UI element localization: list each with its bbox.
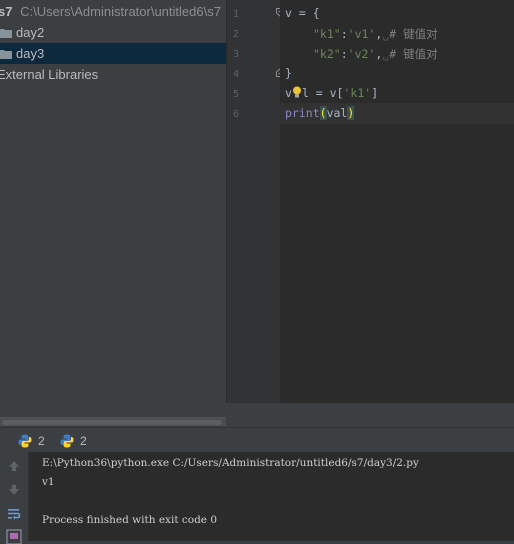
code-editor[interactable]: v = { "k1":'v1',␣# 键值对 "k2":'v2',␣# 键值对 … bbox=[280, 0, 514, 403]
scrollbar-thumb[interactable] bbox=[2, 420, 222, 425]
run-toolbar bbox=[0, 452, 29, 544]
project-root-row[interactable]: s7 C:\Users\Administrator\untitled6\s7 bbox=[0, 1, 221, 22]
arrow-up-icon[interactable] bbox=[6, 458, 22, 474]
run-tab-2[interactable]: 2 bbox=[58, 432, 89, 450]
folder-icon bbox=[0, 29, 12, 38]
run-tab-label: 2 bbox=[80, 434, 87, 448]
editor-gutter: 1 2 3 4 5 6 bbox=[226, 0, 285, 403]
console-output-line: v1 bbox=[42, 476, 55, 488]
code-line-6: print(val) bbox=[285, 106, 355, 120]
project-horizontal-scrollbar[interactable] bbox=[0, 417, 226, 426]
console-exit-line: Process finished with exit code 0 bbox=[42, 514, 218, 526]
line-number: 1 bbox=[233, 9, 240, 20]
tree-item-day3[interactable]: day3 bbox=[0, 43, 226, 64]
run-tab-1[interactable]: 2 bbox=[16, 432, 47, 450]
run-tab-label: 2 bbox=[38, 434, 45, 448]
tree-item-label: day3 bbox=[16, 46, 45, 61]
code-line-2: "k1":'v1',␣# 键值对 bbox=[313, 27, 438, 41]
python-icon bbox=[18, 434, 32, 448]
line-number: 4 bbox=[233, 69, 240, 80]
code-line-5: vl = v['k1'] bbox=[285, 86, 379, 100]
print-icon[interactable] bbox=[6, 528, 22, 544]
folder-icon bbox=[0, 50, 12, 59]
project-root-name: s7 bbox=[0, 4, 13, 19]
code-line-3: "k2":'v2',␣# 键值对 bbox=[313, 47, 438, 61]
code-line-4: } bbox=[285, 66, 292, 80]
editor-bottom-strip bbox=[226, 403, 514, 427]
line-number: 2 bbox=[233, 29, 240, 40]
python-icon bbox=[60, 434, 74, 448]
tree-item-day2[interactable]: day2 bbox=[0, 22, 44, 43]
project-root-path: C:\Users\Administrator\untitled6\s7 bbox=[20, 4, 221, 19]
line-number: 3 bbox=[233, 49, 240, 60]
console-command-line: E:\Python36\python.exe C:/Users/Administ… bbox=[42, 457, 419, 469]
tree-item-label: External Libraries bbox=[0, 67, 99, 82]
project-panel: s7 C:\Users\Administrator\untitled6\s7 d… bbox=[0, 0, 226, 427]
run-tab-bar: 2 2 bbox=[0, 427, 514, 453]
line-number: 5 bbox=[233, 89, 240, 100]
tree-item-label: day2 bbox=[16, 25, 45, 40]
line-number: 6 bbox=[233, 109, 240, 120]
soft-wrap-icon[interactable] bbox=[6, 506, 22, 522]
tree-item-external-libraries[interactable]: External Libraries bbox=[0, 64, 98, 85]
code-line-1: v = { bbox=[285, 6, 320, 20]
arrow-down-icon[interactable] bbox=[6, 482, 22, 498]
run-console[interactable]: E:\Python36\python.exe C:/Users/Administ… bbox=[29, 452, 514, 541]
lightbulb-icon[interactable] bbox=[292, 86, 302, 98]
